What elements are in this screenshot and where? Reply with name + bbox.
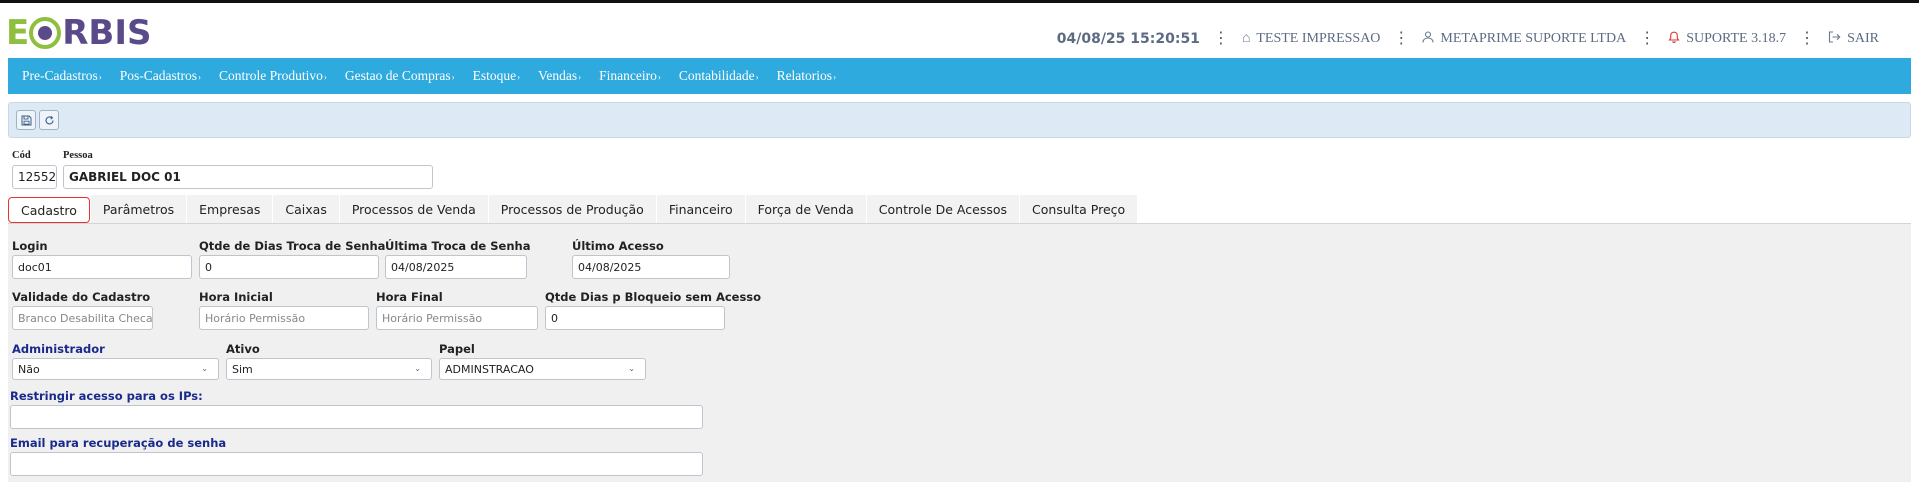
refresh-button[interactable] — [39, 110, 59, 130]
tab-parametros[interactable]: Parâmetros — [90, 195, 188, 223]
administrador-select[interactable]: Não ⌄ — [12, 358, 219, 380]
administrador-label: Administrador — [12, 342, 105, 356]
pessoa-field[interactable]: GABRIEL DOC 01 — [63, 165, 433, 189]
tab-processos-de-producao[interactable]: Processos de Produção — [488, 195, 657, 223]
menu-item-contabilidade[interactable]: Contabilidade› — [679, 68, 759, 84]
home-icon: ⌂ — [1241, 31, 1251, 46]
save-icon — [21, 115, 31, 125]
login-label: Login — [12, 239, 48, 253]
bell-icon — [1668, 31, 1680, 48]
kebab-menu-icon[interactable]: ⋮ — [1636, 31, 1658, 47]
qtde-dias-troca-field[interactable]: 0 — [199, 255, 379, 279]
hora-inicial-field[interactable]: Horário Permissão — [199, 306, 369, 330]
printer-selector[interactable]: ⌂ TESTE IMPRESSAO — [1242, 31, 1380, 47]
company-selector[interactable]: METAPRIME SUPORTE LTDA — [1422, 30, 1627, 48]
caret-right-icon: › — [517, 72, 521, 82]
validade-label: Validade do Cadastro — [12, 290, 151, 304]
tab-bar: Cadastro Parâmetros Empresas Caixas Proc… — [8, 195, 1911, 224]
qtde-dias-troca-label: Qtde de Dias Troca de Senha — [199, 239, 386, 253]
menu-item-pre-cadastros[interactable]: Pre-Cadastros› — [22, 68, 102, 84]
cadastro-panel: Login Qtde de Dias Troca de Senha Última… — [8, 224, 1911, 482]
caret-right-icon: › — [197, 72, 201, 82]
header-datetime: 04/08/25 15:20:51 — [1056, 31, 1200, 47]
email-recuperacao-field[interactable] — [10, 452, 703, 476]
kebab-menu-icon[interactable]: ⋮ — [1796, 31, 1818, 47]
chevron-down-icon: ⌄ — [414, 364, 421, 373]
eorbis-logo[interactable]: E RBIS — [6, 13, 151, 53]
tab-controle-de-acessos[interactable]: Controle De Acessos — [866, 195, 1021, 223]
caret-right-icon: › — [833, 72, 837, 82]
menu-item-vendas[interactable]: Vendas› — [538, 68, 581, 84]
menu-item-financeiro[interactable]: Financeiro› — [599, 68, 661, 84]
restringir-ips-label: Restringir acesso para os IPs: — [10, 389, 203, 403]
support-link[interactable]: SUPORTE 3.18.7 — [1668, 31, 1786, 48]
top-bar: E RBIS 04/08/25 15:20:51 ⋮ ⌂ TESTE IMPRE… — [0, 0, 1919, 58]
caret-right-icon: › — [98, 72, 102, 82]
papel-label: Papel — [439, 342, 475, 356]
printer-label: TESTE IMPRESSAO — [1256, 31, 1381, 46]
menu-item-estoque[interactable]: Estoque› — [473, 68, 521, 84]
ativo-label: Ativo — [226, 342, 260, 356]
menu-item-controle-produtivo[interactable]: Controle Produtivo› — [219, 68, 327, 84]
support-label: SUPORTE 3.18.7 — [1686, 31, 1787, 46]
kebab-menu-icon[interactable]: ⋮ — [1390, 31, 1412, 47]
header-right: 04/08/25 15:20:51 ⋮ ⌂ TESTE IMPRESSAO ⋮ … — [1057, 27, 1879, 51]
menu-item-gestao-de-compras[interactable]: Gestao de Compras› — [345, 68, 455, 84]
caret-right-icon: › — [451, 72, 455, 82]
menu-item-relatorios[interactable]: Relatorios› — [777, 68, 837, 84]
hora-final-label: Hora Final — [376, 290, 443, 304]
action-toolbar — [8, 102, 1911, 138]
validade-field[interactable]: Branco Desabilita Checagem — [12, 306, 153, 330]
caret-right-icon: › — [657, 72, 661, 82]
ultima-troca-field[interactable]: 04/08/2025 — [385, 255, 527, 279]
chevron-down-icon: ⌄ — [628, 364, 635, 373]
cod-field[interactable]: 12552 — [12, 165, 57, 189]
logout-button[interactable]: SAIR — [1828, 30, 1879, 48]
ativo-select[interactable]: Sim ⌄ — [226, 358, 432, 380]
caret-right-icon: › — [755, 72, 759, 82]
company-label: METAPRIME SUPORTE LTDA — [1440, 31, 1627, 46]
refresh-icon — [45, 115, 54, 124]
tab-processos-de-venda[interactable]: Processos de Venda — [339, 195, 489, 223]
hora-final-field[interactable]: Horário Permissão — [376, 306, 538, 330]
tab-forca-de-venda[interactable]: Força de Venda — [745, 195, 867, 223]
tab-cadastro[interactable]: Cadastro — [8, 197, 90, 223]
tab-consulta-preco[interactable]: Consulta Preço — [1020, 195, 1139, 223]
caret-right-icon: › — [323, 72, 327, 82]
user-icon — [1422, 30, 1434, 48]
cod-label: Cód — [12, 150, 31, 161]
login-field[interactable]: doc01 — [12, 255, 192, 279]
papel-select[interactable]: ADMINSTRACAO ⌄ — [439, 358, 646, 380]
menu-item-pos-cadastros[interactable]: Pos-Cadastros› — [120, 68, 201, 84]
main-menu-bar: Pre-Cadastros› Pos-Cadastros› Controle P… — [8, 58, 1911, 94]
restringir-ips-field[interactable] — [10, 405, 703, 429]
ultima-troca-label: Última Troca de Senha — [385, 239, 531, 253]
hora-inicial-label: Hora Inicial — [199, 290, 273, 304]
ultimo-acesso-field[interactable]: 04/08/2025 — [572, 255, 730, 279]
logout-label: SAIR — [1847, 31, 1879, 46]
logout-icon — [1828, 30, 1841, 48]
pessoa-label: Pessoa — [63, 150, 93, 161]
tab-empresas[interactable]: Empresas — [187, 195, 274, 223]
tab-financeiro[interactable]: Financeiro — [656, 195, 746, 223]
tab-caixas[interactable]: Caixas — [273, 195, 340, 223]
qtde-bloqueio-field[interactable]: 0 — [545, 306, 725, 330]
qtde-bloqueio-label: Qtde Dias p Bloqueio sem Acesso — [545, 290, 762, 304]
save-button[interactable] — [16, 110, 36, 130]
email-recuperacao-label: Email para recuperação de senha — [10, 436, 227, 450]
kebab-menu-icon[interactable]: ⋮ — [1210, 31, 1232, 47]
caret-right-icon: › — [578, 72, 582, 82]
chevron-down-icon: ⌄ — [201, 364, 208, 373]
ultimo-acesso-label: Último Acesso — [572, 239, 664, 253]
